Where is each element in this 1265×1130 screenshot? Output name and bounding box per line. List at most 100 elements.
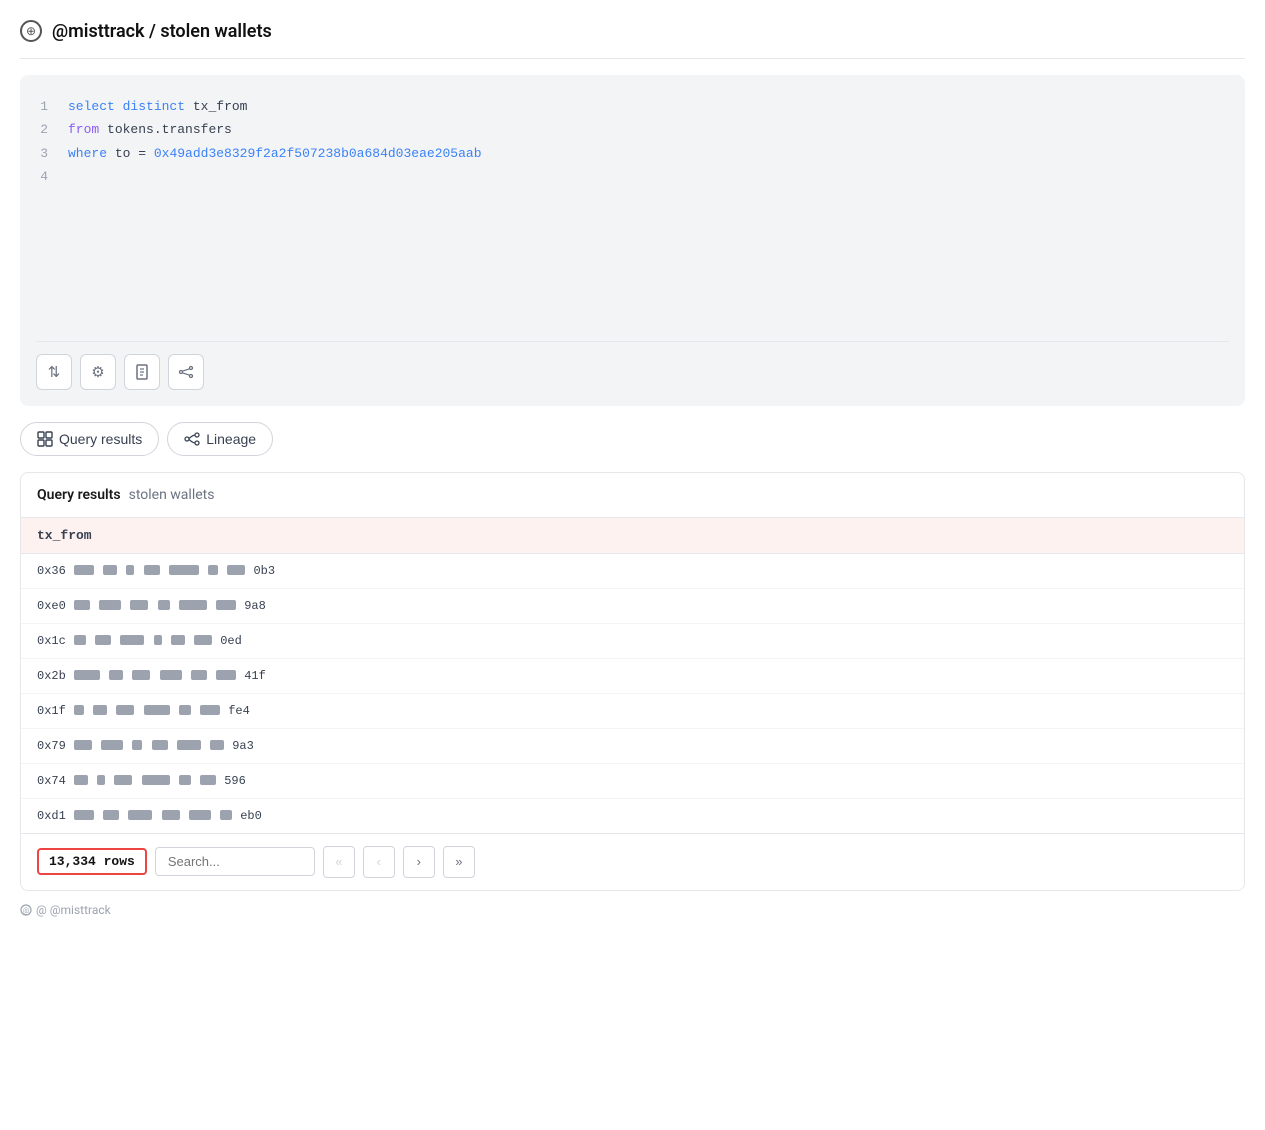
redacted-block [128, 810, 152, 820]
table-cell: 0x36 0b3 [21, 553, 1244, 588]
tab-query-results-label: Query results [59, 431, 142, 447]
redacted-block [210, 740, 224, 750]
footer-text: @ @misttrack [36, 903, 111, 917]
code-line-2: 2 from tokens.transfers [36, 118, 1229, 141]
redacted-block [162, 810, 180, 820]
code-text-2: from tokens.transfers [68, 118, 232, 141]
redacted-block [144, 565, 160, 575]
table-row: 0x79 9a3 [21, 728, 1244, 763]
redacted-block [95, 635, 111, 645]
table-cell: 0x1f fe4 [21, 693, 1244, 728]
redacted-block [99, 600, 121, 610]
footer: @ @ @misttrack [20, 903, 1245, 917]
document-button[interactable] [124, 354, 160, 390]
redacted-block [74, 775, 88, 785]
redacted-block [216, 600, 236, 610]
redacted-block [200, 705, 220, 715]
redacted-block [130, 600, 148, 610]
code-line-1: 1 select distinct tx_from [36, 95, 1229, 118]
redacted-block [93, 705, 107, 715]
redacted-block [194, 635, 212, 645]
redacted-block [216, 670, 236, 680]
search-input[interactable] [155, 847, 315, 876]
page-title: @misttrack / stolen wallets [52, 21, 272, 42]
redacted-block [101, 740, 123, 750]
redacted-block [208, 565, 218, 575]
redacted-block [103, 565, 117, 575]
tab-bar: Query results Lineage [20, 422, 1245, 456]
code-text-1: select distinct tx_from [68, 95, 247, 118]
redacted-block [179, 600, 207, 610]
redacted-block [191, 670, 207, 680]
code-content: 1 select distinct tx_from 2 from tokens.… [36, 95, 1229, 189]
redacted-block [109, 670, 123, 680]
redacted-block [74, 670, 100, 680]
table-cell: 0x1c 0ed [21, 623, 1244, 658]
redacted-block [169, 565, 199, 575]
redacted-block [177, 740, 201, 750]
code-line-4: 4 [36, 165, 1229, 188]
prev-page-button[interactable]: ‹ [363, 846, 395, 878]
table-cell: 0x74 596 [21, 763, 1244, 798]
header: ⊕ @misttrack / stolen wallets [20, 20, 1245, 59]
redacted-block [74, 705, 84, 715]
next-page-button[interactable]: › [403, 846, 435, 878]
tab-query-results[interactable]: Query results [20, 422, 159, 456]
redacted-block [116, 705, 134, 715]
lineage-icon [184, 431, 200, 447]
table-cell: 0xd1 eb0 [21, 798, 1244, 833]
table-cell: 0x2b 41f [21, 658, 1244, 693]
code-line-3: 3 where to = 0x49add3e8329f2a2f507238b0a… [36, 142, 1229, 165]
redacted-block [114, 775, 132, 785]
redacted-block [189, 810, 211, 820]
table-row: 0x2b 41f [21, 658, 1244, 693]
redacted-block [171, 635, 185, 645]
svg-text:@: @ [23, 907, 29, 915]
redacted-block [142, 775, 170, 785]
line-number-2: 2 [36, 118, 48, 141]
keyword-distinct: distinct [123, 99, 185, 114]
table-row: 0xd1 eb0 [21, 798, 1244, 833]
redacted-block [74, 565, 94, 575]
settings-button[interactable]: ⚙ [80, 354, 116, 390]
redacted-block [200, 775, 216, 785]
share-button[interactable] [168, 354, 204, 390]
first-page-button[interactable]: « [323, 846, 355, 878]
sort-button[interactable]: ⇅ [36, 354, 72, 390]
redacted-block [154, 635, 162, 645]
table-cell: 0x79 9a3 [21, 728, 1244, 763]
table-cell: 0xe0 9a8 [21, 588, 1244, 623]
redacted-block [144, 705, 170, 715]
results-title: Query results [37, 487, 121, 503]
redacted-block [74, 635, 86, 645]
redacted-block [227, 565, 245, 575]
share-icon [178, 364, 194, 380]
table-row: 0xe0 9a8 [21, 588, 1244, 623]
redacted-block [103, 810, 119, 820]
redacted-block [74, 810, 94, 820]
keyword-where: where [68, 146, 107, 161]
address-value: 0x49add3e8329f2a2f507238b0a684d03eae205a… [154, 146, 482, 161]
line-number-1: 1 [36, 95, 48, 118]
redacted-block [179, 775, 191, 785]
tab-lineage[interactable]: Lineage [167, 422, 273, 456]
table-row: 0x74 596 [21, 763, 1244, 798]
results-header: Query results stolen wallets [21, 473, 1244, 518]
line-number-3: 3 [36, 142, 48, 165]
pagination-bar: 13,334 rows « ‹ › » [21, 833, 1244, 890]
table-row: 0x1f fe4 [21, 693, 1244, 728]
redacted-block [158, 600, 170, 610]
header-icon: ⊕ [20, 20, 42, 42]
redacted-block [160, 670, 182, 680]
table-header-row: tx_from [21, 518, 1244, 554]
results-subtitle: stolen wallets [129, 487, 215, 503]
row-count-badge: 13,334 rows [37, 848, 147, 875]
code-text-3: where to = 0x49add3e8329f2a2f507238b0a68… [68, 142, 482, 165]
keyword-select: select [68, 99, 115, 114]
code-text-4 [68, 165, 76, 188]
last-page-button[interactable]: » [443, 846, 475, 878]
table-row: 0x36 0b3 [21, 553, 1244, 588]
redacted-block [220, 810, 232, 820]
code-editor[interactable]: 1 select distinct tx_from 2 from tokens.… [20, 75, 1245, 406]
redacted-block [120, 635, 144, 645]
